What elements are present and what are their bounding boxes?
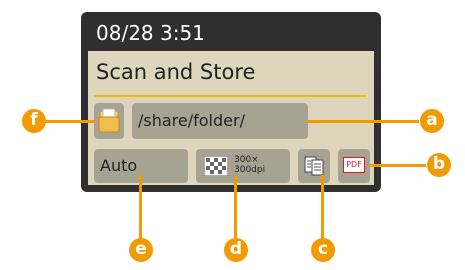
resolution-line-1: 300× <box>234 155 259 165</box>
two-sided-document-icon <box>304 156 324 176</box>
callout-a: a <box>420 109 444 133</box>
callout-c-leader <box>321 175 324 240</box>
resolution-label: 300× 300dpi <box>234 155 265 175</box>
status-datetime: 08/28 3:51 <box>96 21 205 45</box>
checkered-pattern-icon <box>204 156 228 176</box>
callout-a-leader <box>307 120 419 123</box>
callout-e-leader <box>139 175 142 240</box>
callout-e: e <box>129 238 153 262</box>
destination-path-field[interactable]: /share/folder/ <box>132 103 308 139</box>
callout-c: c <box>311 238 335 262</box>
destination-icon-button[interactable] <box>94 103 124 139</box>
callout-f-leader <box>45 120 95 123</box>
callout-d: d <box>224 238 248 262</box>
duplex-button[interactable] <box>298 149 330 183</box>
resolution-line-2: 300dpi <box>234 165 266 175</box>
device-screen: 08/28 3:51 Scan and Store /share/folder/… <box>81 12 381 192</box>
file-format-button[interactable]: PDF <box>338 149 370 183</box>
callout-b-leader <box>370 164 426 167</box>
pdf-icon: PDF <box>343 157 365 173</box>
scan-store-panel: Scan and Store /share/folder/ Auto 300× … <box>88 51 374 185</box>
resolution-button[interactable]: 300× 300dpi <box>196 149 290 183</box>
callout-b: b <box>427 153 451 177</box>
callout-f: f <box>22 109 46 133</box>
callout-d-leader <box>234 175 237 240</box>
screen-title: Scan and Store <box>96 60 256 84</box>
title-underline <box>94 95 366 97</box>
folder-icon <box>98 108 120 133</box>
